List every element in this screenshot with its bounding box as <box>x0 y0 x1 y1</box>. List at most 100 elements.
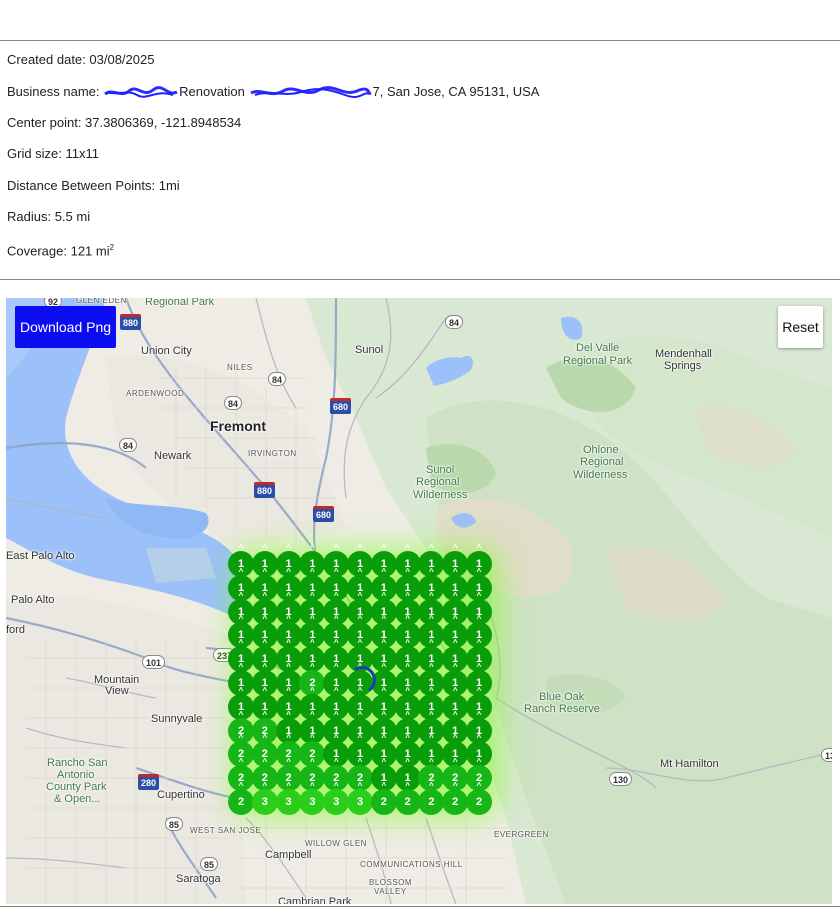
coverage-superscript: 2 <box>109 243 115 252</box>
caret-up-icon: ^ <box>429 733 434 743</box>
caret-up-icon: ^ <box>238 566 244 576</box>
caret-up-icon: ^ <box>333 614 339 624</box>
caret-up-icon: ^ <box>405 757 410 767</box>
caret-up-icon: ^ <box>286 614 291 624</box>
caret-up-icon: ^ <box>333 709 339 719</box>
caret-up-icon: ^ <box>381 638 387 648</box>
caret-up-icon: ^ <box>286 685 291 695</box>
caret-up-icon: ^ <box>476 638 482 648</box>
caret-up-icon: ^ <box>286 757 291 767</box>
grid-rank-point[interactable]: ^ 2 <box>228 782 254 815</box>
caret-up-icon: ^ <box>333 757 339 767</box>
caret-up-icon: ^ <box>333 733 339 743</box>
coverage-text: Coverage: 121 mi <box>7 243 110 259</box>
caret-up-icon: ^ <box>262 638 268 648</box>
caret-up-icon: ^ <box>262 733 268 743</box>
grid-size: Grid size: 11x11 <box>7 146 100 161</box>
caret-up-icon: ^ <box>262 662 268 671</box>
caret-up-icon: ^ <box>357 543 363 552</box>
caret-up-icon: ^ <box>310 685 315 695</box>
caret-up-icon: ^ <box>238 685 244 695</box>
caret-up-icon: ^ <box>357 757 363 767</box>
caret-up-icon: ^ <box>405 614 410 624</box>
grid-rank-value: 2 <box>428 796 435 808</box>
caret-up-icon: ^ <box>452 614 458 624</box>
caret-up-icon: ^ <box>452 781 458 790</box>
caret-up-icon: ^ <box>286 662 291 671</box>
grid-rank-point[interactable]: ^ 2 <box>394 782 421 815</box>
caret-up-icon: ^ <box>381 614 387 624</box>
grid-rank-value: 2 <box>404 796 411 808</box>
caret-up-icon: ^ <box>405 709 410 719</box>
grid-rank-point[interactable]: ^ 2 <box>418 782 445 815</box>
caret-up-icon: ^ <box>405 543 410 552</box>
download-png-button[interactable]: Download Png <box>15 306 116 348</box>
caret-up-icon: ^ <box>357 781 363 790</box>
caret-up-icon: ^ <box>333 590 339 600</box>
caret-up-icon: ^ <box>452 757 458 767</box>
caret-up-icon: ^ <box>262 543 268 552</box>
caret-up-icon: ^ <box>286 781 291 790</box>
caret-up-icon: ^ <box>405 590 410 600</box>
business-address: 7, San Jose, CA 95131, USA <box>372 84 540 99</box>
caret-up-icon: ^ <box>452 638 458 648</box>
caret-up-icon: ^ <box>452 566 458 576</box>
grid-rank-value: 2 <box>380 796 387 808</box>
rank-grid: ^ 1 ^ 1 ^ 1 ^ 1 ^ 1 ^ 1 ^ 1 ^ 1 ^ 1 ^ 1 ^ 1 ^ 1 ^ 1 ^ 1 ^ 1 ^ 1 ^ 1 ^ 1 ^ 1 ^ 1… <box>6 298 832 904</box>
caret-up-icon: ^ <box>262 614 268 624</box>
caret-up-icon: ^ <box>333 662 339 671</box>
reset-button[interactable]: Reset <box>778 306 823 348</box>
caret-up-icon: ^ <box>405 566 410 576</box>
caret-up-icon: ^ <box>238 590 244 600</box>
caret-up-icon: ^ <box>333 781 339 790</box>
caret-up-icon: ^ <box>476 566 482 576</box>
caret-up-icon: ^ <box>405 685 410 695</box>
grid-rank-point[interactable]: ^ 2 <box>442 782 469 815</box>
caret-up-icon: ^ <box>238 614 244 624</box>
grid-rank-point[interactable]: ^ 3 <box>251 782 278 815</box>
grid-rank-point[interactable]: ^ 3 <box>347 782 373 815</box>
caret-up-icon: ^ <box>286 566 291 576</box>
caret-up-icon: ^ <box>381 781 387 790</box>
grid-rank-value: 3 <box>261 796 268 808</box>
caret-up-icon: ^ <box>381 662 387 671</box>
caret-up-icon: ^ <box>429 543 434 552</box>
grid-rank-point[interactable]: ^ 2 <box>466 782 492 815</box>
caret-up-icon: ^ <box>357 614 363 624</box>
caret-up-icon: ^ <box>238 733 244 743</box>
caret-up-icon: ^ <box>381 757 387 767</box>
grid-rank-point[interactable]: ^ 3 <box>323 782 350 815</box>
caret-up-icon: ^ <box>381 709 387 719</box>
coverage: Coverage: 121 mi2 <box>7 240 114 259</box>
grid-rank-point[interactable]: ^ 2 <box>370 782 397 815</box>
caret-up-icon: ^ <box>238 543 244 552</box>
bottom-divider <box>0 906 840 907</box>
business-name-mid: Renovation <box>179 84 245 99</box>
caret-up-icon: ^ <box>333 566 339 576</box>
caret-up-icon: ^ <box>310 638 315 648</box>
caret-up-icon: ^ <box>286 709 291 719</box>
grid-rank-value: 3 <box>356 796 364 808</box>
caret-up-icon: ^ <box>452 662 458 671</box>
radius: Radius: 5.5 mi <box>7 209 91 224</box>
caret-up-icon: ^ <box>476 590 482 600</box>
caret-up-icon: ^ <box>452 543 458 552</box>
caret-up-icon: ^ <box>262 566 268 576</box>
caret-up-icon: ^ <box>262 590 268 600</box>
grid-rank-point[interactable]: ^ 3 <box>299 782 326 815</box>
caret-up-icon: ^ <box>429 614 434 624</box>
caret-up-icon: ^ <box>429 638 434 648</box>
caret-up-icon: ^ <box>262 781 268 790</box>
caret-up-icon: ^ <box>381 543 387 552</box>
grid-rank-point[interactable]: ^ 3 <box>275 782 302 815</box>
created-date: Created date: 03/08/2025 <box>7 52 155 67</box>
caret-up-icon: ^ <box>262 757 268 767</box>
caret-up-icon: ^ <box>429 685 434 695</box>
caret-up-icon: ^ <box>357 709 363 719</box>
map-view[interactable]: Fremont Union City Sunol Newark East Palo Al… <box>6 298 832 904</box>
caret-up-icon: ^ <box>429 566 434 576</box>
caret-up-icon: ^ <box>357 733 363 743</box>
caret-up-icon: ^ <box>310 709 315 719</box>
caret-up-icon: ^ <box>452 590 458 600</box>
caret-up-icon: ^ <box>238 662 244 671</box>
